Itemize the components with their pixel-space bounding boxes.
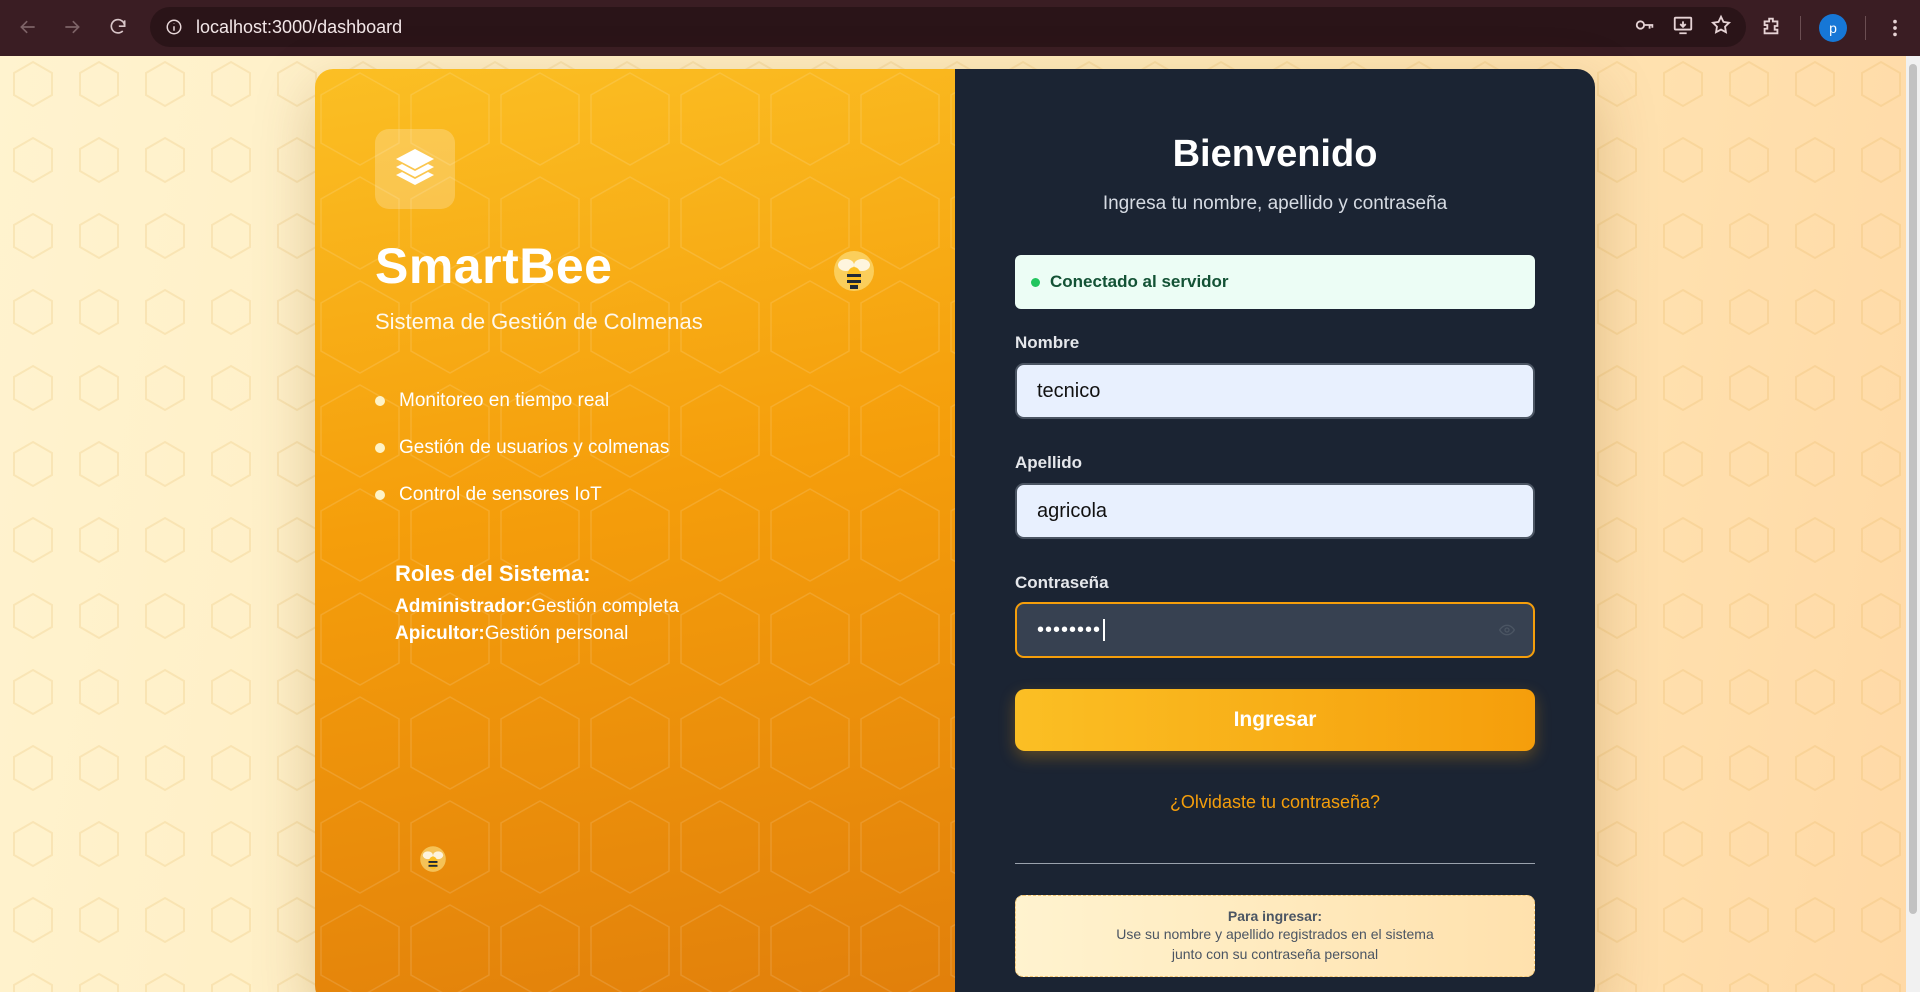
scrollbar-thumb[interactable] — [1909, 64, 1917, 914]
role-name: Administrador: — [395, 596, 532, 617]
install-app-icon[interactable] — [1672, 14, 1694, 41]
lastname-input[interactable]: agricola — [1015, 483, 1535, 539]
name-input[interactable]: tecnico — [1015, 363, 1535, 419]
forgot-password-text[interactable]: ¿Olvidaste tu contraseña? — [1170, 792, 1380, 812]
feature-label: Gestión de usuarios y colmenas — [399, 436, 670, 458]
page-scrollbar[interactable] — [1906, 56, 1920, 992]
login-card: SmartBee Sistema de Gestión de Colmenas … — [315, 69, 1595, 992]
brand-name: SmartBee — [375, 238, 613, 294]
toolbar-separator — [1800, 16, 1801, 40]
brand-subtitle: Sistema de Gestión de Colmenas — [375, 309, 703, 334]
login-button[interactable]: Ingresar — [1015, 689, 1535, 751]
divider — [1015, 863, 1535, 864]
toolbar-separator — [1865, 16, 1866, 40]
list-item: Monitoreo en tiempo real — [375, 377, 669, 424]
role-name: Apicultor: — [395, 623, 485, 644]
role-desc: Gestión personal — [484, 623, 629, 644]
forgot-password-link[interactable]: ¿Olvidaste tu contraseña? — [955, 792, 1595, 813]
bullet-icon — [375, 442, 385, 453]
bee-icon — [420, 846, 446, 872]
list-item: Control de sensores IoT — [375, 471, 669, 518]
status-dot-icon — [1031, 277, 1040, 287]
text-caret — [1103, 619, 1106, 641]
layers-icon — [396, 149, 434, 185]
role-beekeeper: Apicultor:Gestión personal — [395, 620, 679, 647]
login-hint-box: Para ingresar: Use su nombre y apellido … — [1015, 895, 1535, 977]
password-input[interactable]: •••••••• — [1015, 602, 1535, 658]
more-menu-icon[interactable] — [1884, 17, 1906, 39]
lastname-label: Apellido — [1015, 453, 1083, 472]
reload-icon[interactable] — [96, 5, 140, 49]
status-text: Conectado al servidor — [1050, 272, 1229, 291]
password-label: Contraseña — [1015, 573, 1109, 592]
roles-section: Roles del Sistema: Administrador:Gestión… — [395, 561, 679, 647]
password-key-icon[interactable] — [1634, 14, 1656, 41]
list-item: Gestión de usuarios y colmenas — [375, 424, 669, 471]
show-password-icon[interactable] — [1499, 622, 1515, 638]
forward-icon[interactable] — [50, 5, 94, 49]
feature-list: Monitoreo en tiempo real Gestión de usua… — [375, 377, 669, 518]
role-admin: Administrador:Gestión completa — [395, 593, 679, 620]
hint-line: Use su nombre y apellido registrados en … — [1116, 926, 1434, 942]
url-text: localhost:3000/dashboard — [196, 16, 403, 37]
roles-title: Roles del Sistema: — [395, 561, 591, 586]
bullet-icon — [375, 395, 385, 406]
profile-avatar[interactable]: p — [1819, 14, 1847, 42]
lastname-input-value: agricola — [1037, 499, 1108, 522]
browser-toolbar: localhost:3000/dashboard p — [0, 0, 1920, 56]
bee-icon — [834, 251, 874, 291]
connection-status: Conectado al servidor — [1015, 255, 1535, 309]
feature-label: Control de sensores IoT — [399, 483, 602, 505]
hint-title: Para ingresar: — [1227, 908, 1323, 924]
extensions-icon[interactable] — [1760, 15, 1782, 42]
login-panel: Bienvenido Ingresa tu nombre, apellido y… — [955, 69, 1595, 992]
login-subtitle: Ingresa tu nombre, apellido y contraseña — [1102, 193, 1448, 214]
bookmark-star-icon[interactable] — [1710, 14, 1732, 41]
role-desc: Gestión completa — [531, 596, 680, 617]
login-title: Bienvenido — [1172, 133, 1378, 175]
address-bar[interactable]: localhost:3000/dashboard — [150, 7, 1746, 47]
site-info-icon[interactable] — [164, 17, 184, 37]
hint-line: junto con su contraseña personal — [1171, 946, 1379, 962]
password-input-value: •••••••• — [1037, 618, 1102, 641]
name-label: Nombre — [1015, 333, 1080, 352]
bullet-icon — [375, 489, 385, 500]
back-icon[interactable] — [6, 5, 50, 49]
feature-label: Monitoreo en tiempo real — [399, 389, 610, 411]
brand-panel: SmartBee Sistema de Gestión de Colmenas … — [315, 69, 955, 992]
name-input-value: tecnico — [1037, 379, 1101, 402]
logo — [375, 129, 455, 209]
